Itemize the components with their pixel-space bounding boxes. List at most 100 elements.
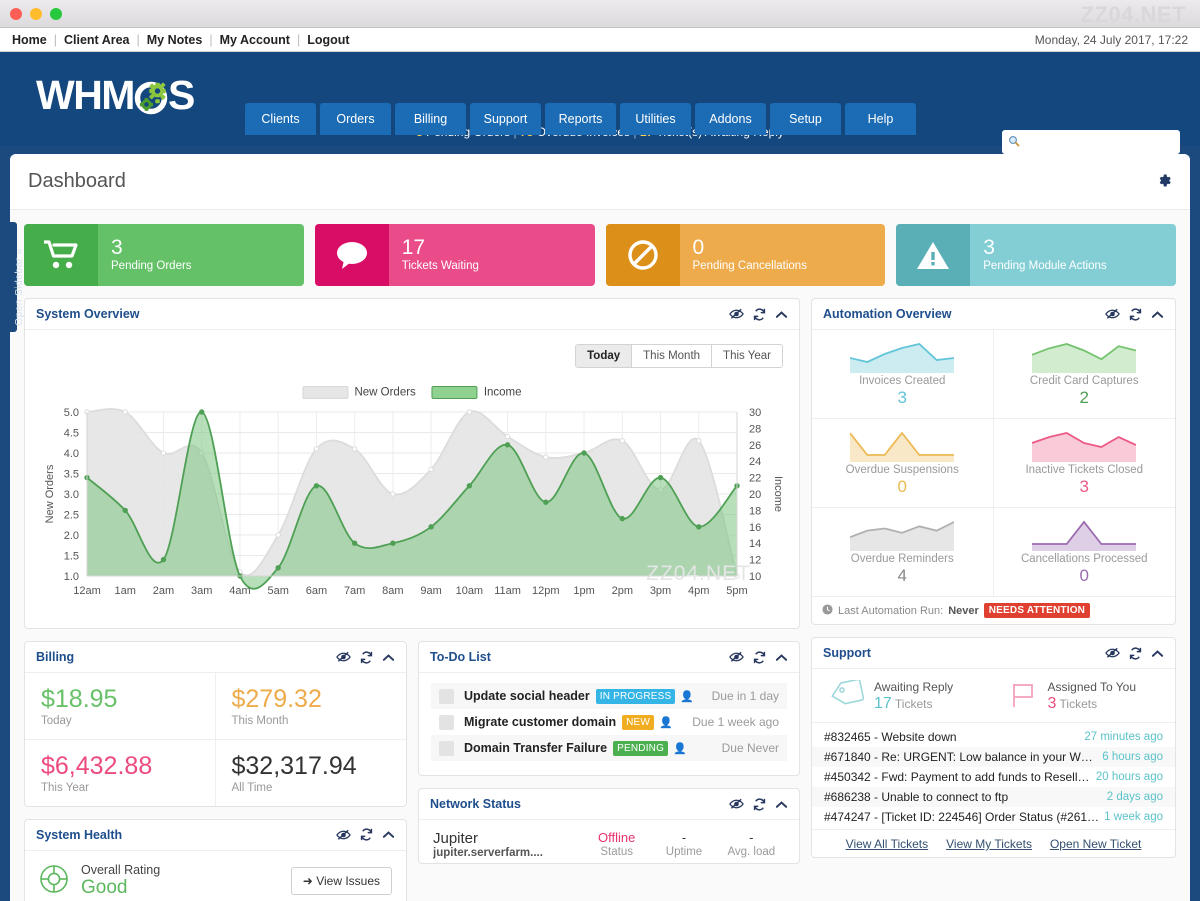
user-icon: 👤 bbox=[680, 690, 695, 703]
hide-panel-eye-slash-icon[interactable] bbox=[336, 829, 351, 841]
svg-text:2pm: 2pm bbox=[612, 585, 633, 597]
refresh-panel-icon[interactable] bbox=[360, 828, 373, 841]
system-health-text: Overall Rating Good bbox=[81, 863, 160, 899]
collapse-panel-chevron-up-icon[interactable] bbox=[1151, 310, 1164, 319]
view-all-tickets-link[interactable]: View All Tickets bbox=[846, 837, 928, 851]
panel-tools bbox=[1105, 307, 1164, 321]
support-ticket-row[interactable]: #450342 - Fwd: Payment to add funds to R… bbox=[812, 767, 1175, 787]
ticket-subject: #450342 - Fwd: Payment to add funds to R… bbox=[824, 770, 1092, 784]
collapse-panel-chevron-up-icon[interactable] bbox=[775, 653, 788, 662]
dashboard-settings-gear-icon[interactable] bbox=[1157, 173, 1172, 191]
legend-label: New Orders bbox=[354, 386, 416, 399]
ticket-time: 20 hours ago bbox=[1095, 771, 1163, 783]
nav-tab-clients[interactable]: Clients bbox=[245, 103, 316, 135]
todo-status-badge: PENDING bbox=[613, 740, 669, 756]
tile-tickets-waiting[interactable]: 17 Tickets Waiting bbox=[314, 224, 595, 286]
refresh-panel-icon[interactable] bbox=[360, 650, 373, 664]
nav-tab-utilities[interactable]: Utilities bbox=[620, 103, 691, 135]
tile-content: 3 Pending Module Actions bbox=[970, 224, 1176, 286]
tile-label: Pending Module Actions bbox=[983, 259, 1107, 272]
support-assigned-to-you[interactable]: Assigned To You 3 Tickets bbox=[994, 680, 1172, 713]
support-awaiting-reply[interactable]: Awaiting Reply 17 Tickets bbox=[816, 678, 994, 713]
refresh-panel-icon[interactable] bbox=[1129, 307, 1142, 321]
server-row[interactable]: Jupiter jupiter.serverfarm.... Offline S… bbox=[433, 830, 785, 859]
search-input[interactable] bbox=[1024, 136, 1174, 148]
collapse-panel-chevron-up-icon[interactable] bbox=[775, 310, 788, 319]
nav-tab-setup[interactable]: Setup bbox=[770, 103, 841, 135]
todo-checkbox[interactable] bbox=[439, 714, 454, 730]
utility-link-my-account[interactable]: My Account bbox=[213, 33, 297, 47]
svg-text:4.0: 4.0 bbox=[64, 448, 79, 460]
automation-footer: Last Automation Run: Never NEEDS ATTENTI… bbox=[812, 596, 1175, 624]
refresh-panel-icon[interactable] bbox=[1129, 646, 1142, 660]
utility-link-home[interactable]: Home bbox=[12, 33, 54, 47]
utility-link-logout[interactable]: Logout bbox=[300, 33, 356, 47]
load-value: - bbox=[749, 830, 754, 845]
refresh-panel-icon[interactable] bbox=[753, 307, 766, 321]
hide-panel-eye-slash-icon[interactable] bbox=[729, 651, 744, 663]
ticket-time: 1 week ago bbox=[1104, 811, 1163, 823]
close-window-button[interactable] bbox=[10, 7, 22, 20]
open-new-ticket-link[interactable]: Open New Ticket bbox=[1050, 837, 1141, 851]
utility-bar: Home | Client Area | My Notes | My Accou… bbox=[0, 28, 1200, 52]
todo-item[interactable]: Domain Transfer Failure PENDING 👤 Due Ne… bbox=[431, 735, 787, 761]
tile-pending-cancellations[interactable]: 0 Pending Cancellations bbox=[605, 224, 886, 286]
hide-panel-eye-slash-icon[interactable] bbox=[336, 651, 351, 663]
todo-item[interactable]: Migrate customer domain NEW 👤 Due 1 week… bbox=[431, 709, 787, 735]
user-icon: 👤 bbox=[673, 742, 687, 755]
nav-tab-support[interactable]: Support bbox=[470, 103, 541, 135]
hide-panel-eye-slash-icon[interactable] bbox=[729, 308, 744, 320]
todo-column: To-Do List Update social header IN PROGR… bbox=[418, 641, 800, 876]
hide-panel-eye-slash-icon[interactable] bbox=[729, 798, 744, 810]
refresh-panel-icon[interactable] bbox=[753, 797, 766, 811]
collapse-panel-chevron-up-icon[interactable] bbox=[382, 653, 395, 662]
nav-tab-orders[interactable]: Orders bbox=[320, 103, 391, 135]
tile-label: Pending Cancellations bbox=[692, 259, 807, 272]
collapse-panel-chevron-up-icon[interactable] bbox=[1151, 649, 1164, 658]
hide-panel-eye-slash-icon[interactable] bbox=[1105, 308, 1120, 320]
open-sidebar-tab[interactable]: Open Sidebar » bbox=[0, 222, 25, 332]
nav-tab-help[interactable]: Help bbox=[845, 103, 916, 135]
todo-checkbox[interactable] bbox=[439, 740, 454, 756]
nav-tab-addons[interactable]: Addons bbox=[695, 103, 766, 135]
speech-bubble-icon bbox=[314, 224, 389, 286]
support-ticket-row[interactable]: #832465 - Website down 27 minutes ago bbox=[812, 727, 1175, 747]
tile-value: 17 bbox=[401, 235, 426, 259]
range-this-year[interactable]: This Year bbox=[712, 345, 782, 367]
nav-tab-reports[interactable]: Reports bbox=[545, 103, 616, 135]
refresh-panel-icon[interactable] bbox=[753, 650, 766, 664]
utility-link-client-area[interactable]: Client Area bbox=[57, 33, 137, 47]
utility-link-my-notes[interactable]: My Notes bbox=[140, 33, 210, 47]
whmcs-logo[interactable]: WHM S bbox=[36, 72, 195, 119]
support-ticket-row[interactable]: #686238 - Unable to connect to ftp 2 day… bbox=[812, 787, 1175, 807]
svg-text:24: 24 bbox=[749, 456, 761, 468]
maximize-window-button[interactable] bbox=[50, 7, 62, 20]
hide-panel-eye-slash-icon[interactable] bbox=[1105, 647, 1120, 659]
automation-item-overdue-suspensions: Overdue Suspensions 0 bbox=[812, 419, 994, 508]
nav-tab-billing[interactable]: Billing bbox=[395, 103, 466, 135]
needs-attention-badge: NEEDS ATTENTION bbox=[983, 603, 1091, 618]
arrow-right-icon: ➜ bbox=[302, 873, 313, 888]
support-count: 17 bbox=[874, 695, 892, 712]
todo-due: Due 1 week ago bbox=[692, 715, 779, 729]
view-issues-button[interactable]: ➜ View Issues bbox=[290, 866, 392, 895]
billing-label: All Time bbox=[231, 781, 273, 794]
minimize-window-button[interactable] bbox=[30, 7, 42, 20]
range-today[interactable]: Today bbox=[576, 345, 633, 367]
sparkline bbox=[998, 517, 1172, 551]
global-search[interactable] bbox=[1002, 130, 1180, 154]
support-ticket-row[interactable]: #671840 - Re: URGENT: Low balance in you… bbox=[812, 747, 1175, 767]
collapse-panel-chevron-up-icon[interactable] bbox=[775, 800, 788, 809]
range-this-month[interactable]: This Month bbox=[632, 345, 713, 367]
tile-pending-orders[interactable]: 3 Pending Orders bbox=[24, 224, 304, 286]
search-icon bbox=[1008, 135, 1020, 150]
view-my-tickets-link[interactable]: View My Tickets bbox=[946, 837, 1032, 851]
svg-text:New Orders: New Orders bbox=[44, 464, 56, 523]
tile-pending-module-actions[interactable]: 3 Pending Module Actions bbox=[896, 224, 1176, 286]
todo-item[interactable]: Update social header IN PROGRESS 👤 Due i… bbox=[431, 683, 787, 709]
collapse-panel-chevron-up-icon[interactable] bbox=[382, 830, 395, 839]
support-ticket-row[interactable]: #474247 - [Ticket ID: 224546] Order Stat… bbox=[812, 807, 1175, 827]
svg-text:3am: 3am bbox=[191, 585, 212, 597]
tag-icon bbox=[830, 678, 865, 713]
todo-checkbox[interactable] bbox=[439, 688, 454, 704]
